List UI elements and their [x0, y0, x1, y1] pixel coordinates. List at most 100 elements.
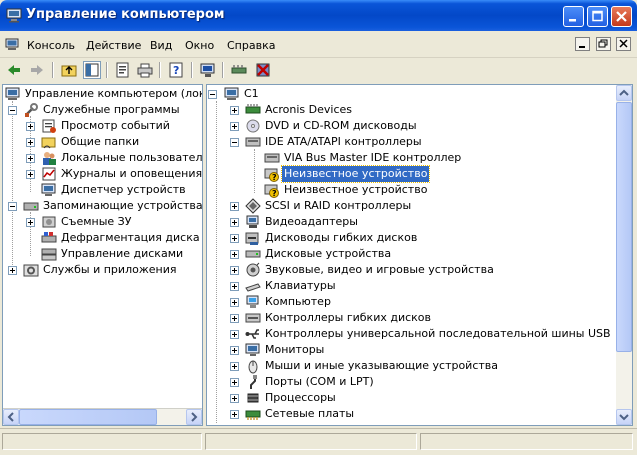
print-icon[interactable]: [136, 61, 154, 79]
monitor-icon: [245, 343, 260, 356]
services-icon: [23, 264, 39, 277]
menu-window[interactable]: Окно: [185, 39, 214, 52]
scroll-thumb[interactable]: [19, 409, 157, 425]
expand-toggle[interactable]: [8, 266, 17, 275]
scroll-right-button[interactable]: [186, 409, 202, 425]
tree-label: Компьютер: [265, 295, 331, 308]
console-window-icon[interactable]: [5, 37, 19, 51]
expand-toggle[interactable]: [230, 250, 239, 259]
ide-controller-icon: [245, 137, 261, 147]
svg-text:?: ?: [272, 173, 277, 182]
expand-toggle[interactable]: [230, 202, 239, 211]
expand-toggle[interactable]: [230, 410, 239, 419]
svg-text:?: ?: [272, 189, 277, 198]
properties-icon[interactable]: [114, 61, 132, 79]
tree-label: Процессоры: [265, 391, 336, 404]
close-icon: [616, 11, 627, 22]
removable-storage-icon: [42, 216, 56, 228]
expand-toggle[interactable]: [230, 298, 239, 307]
scan-hardware-icon[interactable]: [199, 61, 217, 79]
show-hide-tree-button[interactable]: [83, 61, 101, 79]
expand-toggle[interactable]: [26, 154, 35, 163]
tree-label: Контроллеры универсальной последовательн…: [265, 327, 611, 340]
tree-label: Неизвестное устройство: [280, 165, 431, 183]
collapse-toggle[interactable]: [8, 106, 17, 115]
tree-label: Запоминающие устройства: [43, 199, 203, 212]
expand-toggle[interactable]: [230, 394, 239, 403]
scroll-down-button[interactable]: [616, 409, 632, 425]
expand-toggle[interactable]: [230, 234, 239, 243]
expand-toggle[interactable]: [230, 346, 239, 355]
tree-label: Мониторы: [265, 343, 325, 356]
mdi-close-button[interactable]: [616, 37, 631, 51]
menu-action[interactable]: Действие: [86, 39, 141, 52]
tree-label: Дисковые устройства: [265, 247, 392, 260]
tree-label: DVD и CD-ROM дисководы: [265, 119, 417, 132]
details-panel: C1 Acronis Devices DVD и CD-ROM дисковод…: [206, 84, 633, 426]
tree-label: Службы и приложения: [43, 263, 177, 276]
usb-icon: [245, 329, 259, 339]
maximize-button[interactable]: [587, 6, 608, 27]
maximize-icon: [592, 10, 603, 22]
expand-toggle[interactable]: [26, 122, 35, 131]
horizontal-scrollbar[interactable]: [3, 408, 202, 425]
scroll-left-button[interactable]: [3, 409, 19, 425]
collapse-toggle[interactable]: [230, 138, 239, 147]
tree-label: Управление компьютером (локаль: [25, 87, 202, 100]
scroll-up-button[interactable]: [616, 85, 632, 101]
close-button[interactable]: [611, 6, 632, 27]
vertical-scrollbar[interactable]: [616, 85, 632, 425]
tree-label: Неизвестное устройство: [284, 183, 428, 196]
tree-label: Мыши и иные указывающие устройства: [265, 359, 499, 372]
svg-text:?: ?: [173, 64, 179, 77]
tree-label: Диспетчер устройств: [61, 183, 186, 196]
expand-toggle[interactable]: [230, 266, 239, 275]
menu-help[interactable]: Справка: [227, 39, 275, 52]
computer-management-icon: [5, 87, 20, 100]
menu-view[interactable]: Вид: [150, 39, 172, 52]
expand-toggle[interactable]: [230, 122, 239, 131]
expand-toggle[interactable]: [230, 218, 239, 227]
expand-toggle[interactable]: [230, 330, 239, 339]
collapse-toggle[interactable]: [8, 202, 17, 211]
tree-label: C1: [244, 87, 259, 100]
mdi-restore-button[interactable]: [595, 37, 611, 51]
back-arrow-icon[interactable]: [5, 61, 23, 79]
tree-label: Звуковые, видео и игровые устройства: [265, 263, 494, 276]
minimize-button[interactable]: [563, 6, 584, 27]
tools-icon: [25, 103, 38, 117]
update-driver-icon[interactable]: [230, 61, 248, 79]
computer-icon: [224, 87, 239, 100]
expand-toggle[interactable]: [26, 138, 35, 147]
disk-drive-icon: [245, 250, 261, 258]
tree-label: Видеоадаптеры: [265, 215, 358, 228]
users-icon: [43, 152, 56, 165]
device-manager-icon: [41, 183, 56, 196]
status-cell-left: [2, 433, 202, 450]
collapse-toggle[interactable]: [208, 90, 217, 99]
expand-toggle[interactable]: [230, 314, 239, 323]
expand-toggle[interactable]: [230, 282, 239, 291]
tree-label: Журналы и оповещения пр: [61, 167, 203, 180]
computer-icon: [246, 295, 259, 308]
title-bar[interactable]: Управление компьютером: [0, 0, 637, 31]
up-folder-icon[interactable]: [60, 61, 78, 79]
close-icon: [619, 39, 628, 48]
arrow-up-icon: [619, 89, 629, 96]
shared-folder-icon: [41, 137, 56, 149]
tree-label: VIA Bus Master IDE контроллер: [284, 151, 462, 164]
status-bar: [0, 428, 637, 455]
uninstall-device-icon[interactable]: [254, 61, 272, 79]
menu-console[interactable]: Консоль: [27, 39, 75, 52]
tree-label: Дисководы гибких дисков: [265, 231, 418, 244]
forward-arrow-icon[interactable]: [28, 61, 46, 79]
mdi-minimize-button[interactable]: [575, 37, 590, 51]
tree-label: Порты (COM и LPT): [265, 375, 374, 388]
expand-toggle[interactable]: [230, 362, 239, 371]
expand-toggle[interactable]: [26, 170, 35, 179]
scroll-thumb[interactable]: [616, 102, 632, 352]
expand-toggle[interactable]: [26, 218, 35, 227]
expand-toggle[interactable]: [230, 378, 239, 387]
expand-toggle[interactable]: [230, 106, 239, 115]
help-icon[interactable]: ?: [167, 61, 185, 79]
